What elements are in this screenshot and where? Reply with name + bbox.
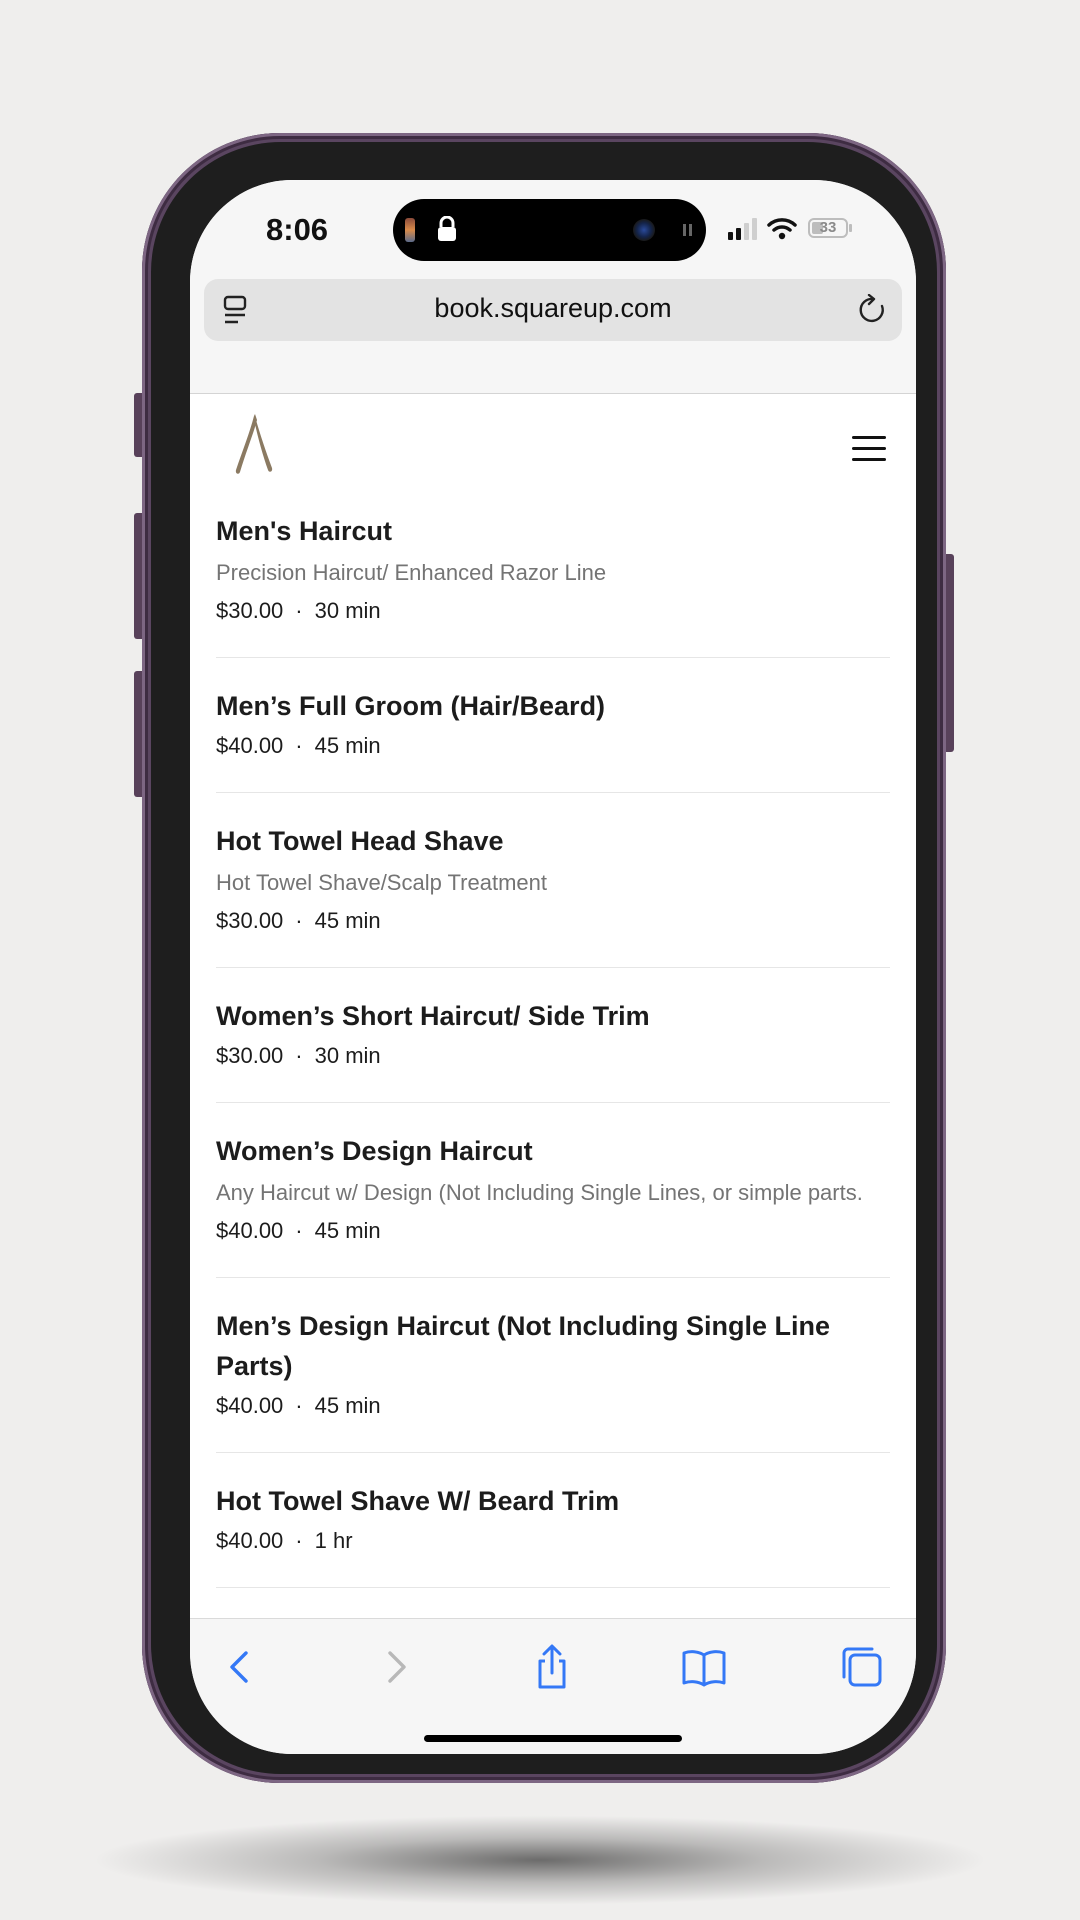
dynamic-island[interactable] (393, 199, 706, 261)
service-duration: 30 min (314, 598, 381, 623)
meta-separator: · (295, 733, 303, 758)
service-price: $30.00 (216, 1043, 284, 1068)
bookmarks-icon[interactable] (680, 1643, 728, 1691)
lock-icon (438, 216, 456, 241)
service-price: $40.00 (216, 1218, 284, 1243)
battery-icon: 33 (808, 218, 848, 238)
service-description: Hot Towel Shave/Scalp Treatment (216, 870, 547, 895)
wifi-icon (767, 218, 797, 240)
service-title: Men’s Full Groom (Hair/Beard) (216, 691, 606, 721)
service-item[interactable]: Women’s Design Haircut Any Haircut w/ De… (216, 1103, 890, 1278)
service-price: $40.00 (216, 1528, 284, 1553)
home-indicator[interactable] (424, 1735, 682, 1742)
service-meta: $40.00 · 45 min (216, 728, 890, 764)
battery-percent: 33 (819, 219, 837, 236)
meta-separator: · (295, 908, 303, 933)
service-title: Men’s Design Haircut (Not Including Sing… (216, 1311, 831, 1381)
url-text[interactable]: book.squareup.com (204, 293, 902, 324)
meta-separator: · (295, 1043, 303, 1068)
service-duration: 45 min (314, 1393, 381, 1418)
audio-bars-icon (683, 224, 692, 236)
site-header (190, 394, 916, 484)
service-item[interactable]: Hot Towel Shave W/ Beard Trim $40.00 · 1 h… (216, 1453, 890, 1588)
service-title: Men's Haircut (216, 516, 392, 546)
razor-logo[interactable] (234, 412, 278, 476)
meta-separator: · (295, 1528, 303, 1553)
share-icon[interactable] (528, 1643, 576, 1691)
service-price: $30.00 (216, 908, 284, 933)
meta-separator: · (295, 598, 303, 623)
service-title: Hot Towel Head Shave (216, 826, 504, 856)
service-description: Precision Haircut/ Enhanced Razor Line (216, 560, 607, 585)
browser-toolbar (190, 1618, 916, 1754)
service-title: Women’s Short Haircut/ Side Trim (216, 1001, 650, 1031)
service-meta: $30.00 · 30 min (216, 593, 890, 629)
service-duration: 30 min (314, 1043, 381, 1068)
service-title: Hot Towel Shave W/ Beard Trim (216, 1486, 620, 1516)
service-item[interactable]: Men's Haircut Precision Haircut/ Enhance… (216, 485, 890, 658)
service-duration: 45 min (314, 908, 381, 933)
service-meta: $40.00 · 45 min (216, 1388, 890, 1424)
status-bar: 8:06 33 (190, 180, 916, 275)
reload-icon[interactable] (858, 294, 888, 326)
phone-bezel: 8:06 33 book.squareup.com Men's Haircut … (151, 142, 937, 1774)
service-meta: $30.00 · 45 min (216, 903, 890, 939)
service-meta: $30.00 · 30 min (216, 1038, 890, 1074)
live-activity-app-icon (405, 218, 415, 242)
phone-screen: 8:06 33 book.squareup.com Men's Haircut … (190, 180, 916, 1754)
service-list: Men's Haircut Precision Haircut/ Enhance… (216, 485, 890, 1588)
service-item[interactable]: Men’s Full Groom (Hair/Beard) $40.00 · 45 … (216, 658, 890, 793)
hamburger-menu-icon[interactable] (852, 436, 886, 462)
service-price: $30.00 (216, 598, 284, 623)
service-item[interactable]: Women’s Short Haircut/ Side Trim $30.00 ·… (216, 968, 890, 1103)
service-description: Any Haircut w/ Design (Not Including Sin… (216, 1180, 863, 1205)
status-time: 8:06 (266, 212, 329, 247)
service-item[interactable]: Hot Towel Head Shave Hot Towel Shave/Sca… (216, 793, 890, 968)
address-bar[interactable]: book.squareup.com (204, 279, 902, 341)
service-duration: 45 min (314, 733, 381, 758)
service-price: $40.00 (216, 733, 284, 758)
service-price: $40.00 (216, 1393, 284, 1418)
meta-separator: · (295, 1218, 303, 1243)
cellular-signal-icon (728, 218, 757, 240)
battery-cap (849, 224, 852, 232)
meta-separator: · (295, 1393, 303, 1418)
back-chevron-icon[interactable] (216, 1643, 264, 1691)
address-bar-area: book.squareup.com (190, 275, 916, 394)
service-meta: $40.00 · 1 hr (216, 1523, 890, 1559)
service-meta: $40.00 · 45 min (216, 1213, 890, 1249)
service-title: Women’s Design Haircut (216, 1136, 533, 1166)
forward-chevron-icon[interactable] (372, 1643, 420, 1691)
front-camera (633, 219, 655, 241)
service-item[interactable]: Men’s Design Haircut (Not Including Sing… (216, 1278, 890, 1453)
tabs-icon[interactable] (838, 1643, 886, 1691)
phone-frame: 8:06 33 book.squareup.com Men's Haircut … (142, 133, 946, 1783)
service-duration: 1 hr (314, 1528, 353, 1553)
phone-floor-shadow (90, 1815, 990, 1905)
service-duration: 45 min (314, 1218, 381, 1243)
